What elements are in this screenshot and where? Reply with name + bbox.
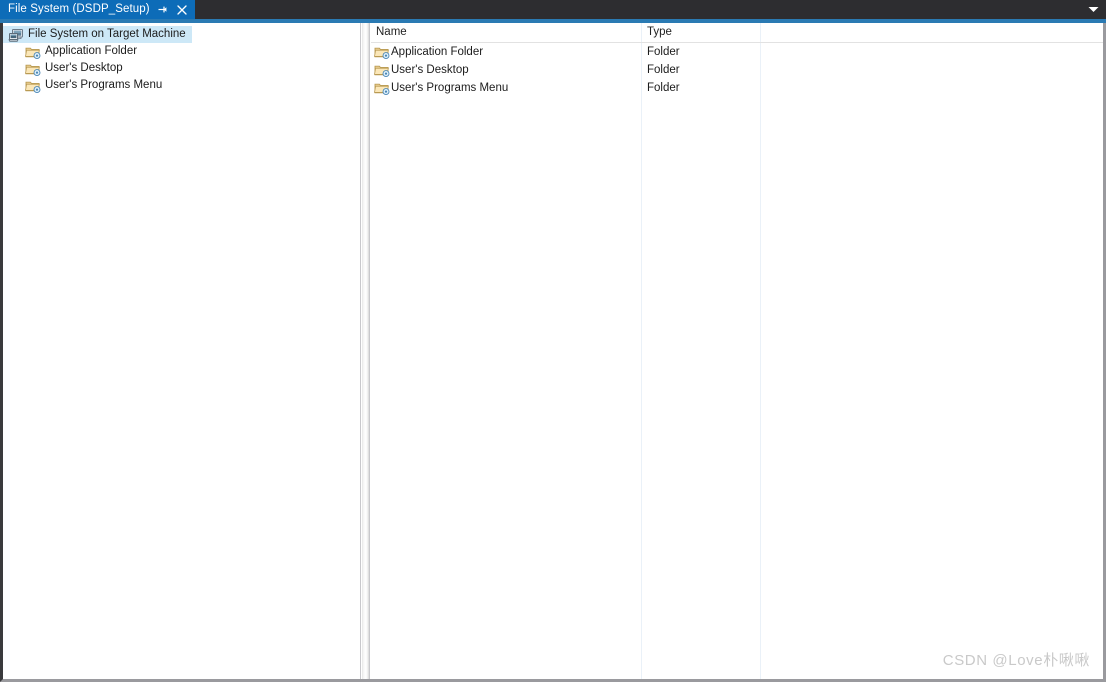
tab-bar: File System (DSDP_Setup) — [0, 0, 1106, 19]
tree-item-label: File System on Target Machine — [28, 28, 186, 40]
file-system-editor-window: File System (DSDP_Setup) File System on … — [0, 0, 1106, 682]
list-cell-name: User's Desktop — [374, 61, 469, 79]
folder-special-icon — [374, 80, 390, 96]
tab-label: File System (DSDP_Setup) — [8, 3, 150, 15]
list-cell-type: Folder — [647, 82, 680, 94]
table-row[interactable]: User's Desktop Folder — [371, 61, 1103, 79]
chevron-down-icon[interactable] — [1087, 4, 1099, 15]
pane-splitter[interactable] — [362, 23, 370, 679]
folder-special-icon — [25, 44, 41, 60]
list-cell-name: User's Programs Menu — [374, 79, 508, 97]
folder-special-icon — [374, 44, 390, 60]
list-header-row: Name Type — [371, 23, 1103, 43]
column-header-type[interactable]: Type — [647, 23, 672, 42]
list-gridlines — [371, 23, 1103, 679]
tree-item-label: User's Desktop — [45, 62, 123, 74]
watermark: CSDN @Love朴啾啾 — [942, 652, 1090, 669]
list-cell-type: Folder — [647, 64, 680, 76]
close-icon[interactable] — [176, 3, 188, 17]
folder-special-icon — [25, 61, 41, 77]
pin-icon[interactable] — [157, 3, 169, 17]
column-divider-name[interactable] — [641, 23, 642, 679]
list-cell-type: Folder — [647, 46, 680, 58]
tree-item-application-folder[interactable]: Application Folder — [3, 43, 143, 60]
list-cell-name-label: Application Folder — [391, 46, 484, 58]
editor-content-frame: File System on Target Machine Applicatio… — [0, 23, 1106, 682]
tree-item-file-system-on-target-machine[interactable]: File System on Target Machine — [3, 26, 192, 43]
tab-file-system[interactable]: File System (DSDP_Setup) — [0, 0, 195, 19]
table-row[interactable]: User's Programs Menu Folder — [371, 79, 1103, 97]
tree-item-users-desktop[interactable]: User's Desktop — [3, 60, 129, 77]
tree-item-label: Application Folder — [45, 45, 138, 57]
column-header-name[interactable]: Name — [376, 23, 407, 42]
file-system-details-list[interactable]: Name Type Application Folder Folder User… — [371, 23, 1103, 679]
folder-special-icon — [25, 78, 41, 94]
folder-special-icon — [374, 62, 390, 78]
tree-item-users-programs-menu[interactable]: User's Programs Menu — [3, 77, 168, 94]
list-body: Application Folder Folder User's Desktop… — [371, 43, 1103, 97]
table-row[interactable]: Application Folder Folder — [371, 43, 1103, 61]
list-cell-name: Application Folder — [374, 43, 483, 61]
list-cell-name-label: User's Desktop — [391, 64, 469, 76]
tree-item-label: User's Programs Menu — [45, 79, 163, 91]
column-divider-type[interactable] — [760, 23, 761, 679]
file-system-tree[interactable]: File System on Target Machine Applicatio… — [3, 23, 361, 679]
list-cell-name-label: User's Programs Menu — [391, 82, 509, 94]
computer-icon — [8, 27, 24, 43]
